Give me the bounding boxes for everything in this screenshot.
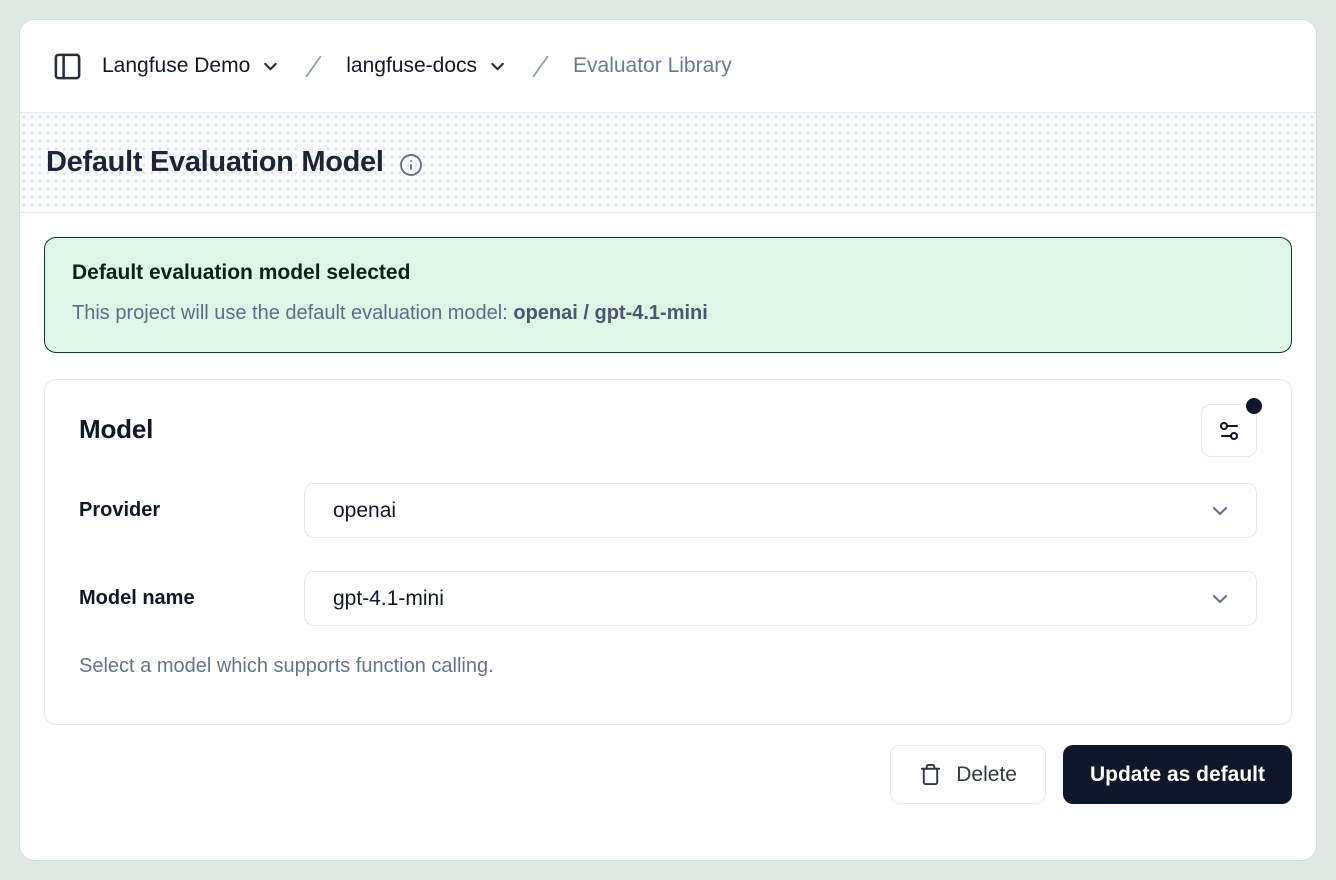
page-header: Default Evaluation Model xyxy=(20,113,1316,213)
model-card: Model Provider openai xyxy=(44,379,1292,725)
update-as-default-button[interactable]: Update as default xyxy=(1063,745,1292,804)
provider-row: Provider openai xyxy=(79,483,1257,538)
project-switcher[interactable]: langfuse-docs xyxy=(346,54,508,78)
panel-left-icon xyxy=(52,51,83,82)
model-name-row: Model name gpt-4.1-mini xyxy=(79,571,1257,626)
provider-label: Provider xyxy=(79,499,304,522)
chevron-down-icon xyxy=(1208,587,1232,611)
notification-dot xyxy=(1246,398,1262,414)
alert-message: This project will use the default evalua… xyxy=(72,302,1264,325)
delete-button-label: Delete xyxy=(956,763,1017,787)
default-model-alert: Default evaluation model selected This p… xyxy=(44,237,1292,353)
footer-actions: Delete Update as default xyxy=(44,745,1292,804)
breadcrumb-current-page: Evaluator Library xyxy=(573,54,732,78)
org-switcher[interactable]: Langfuse Demo xyxy=(102,54,281,78)
sidebar-toggle-button[interactable] xyxy=(46,45,88,87)
model-card-header: Model xyxy=(79,404,1257,457)
model-name-selected-value: gpt-4.1-mini xyxy=(333,587,444,611)
model-helper-text: Select a model which supports function c… xyxy=(79,655,1257,678)
model-name-select[interactable]: gpt-4.1-mini xyxy=(304,571,1257,626)
model-card-title: Model xyxy=(79,404,153,445)
slash-icon xyxy=(297,50,330,83)
org-name: Langfuse Demo xyxy=(102,54,250,78)
trash-icon xyxy=(919,763,942,786)
provider-selected-value: openai xyxy=(333,499,396,523)
main-content: Default evaluation model selected This p… xyxy=(20,213,1316,828)
app-panel: Langfuse Demo langfuse-docs Evaluator Li… xyxy=(20,20,1316,860)
slash-icon xyxy=(524,50,557,83)
info-circle-icon[interactable] xyxy=(399,149,423,177)
alert-model-value: openai / gpt-4.1-mini xyxy=(513,302,707,324)
sliders-icon xyxy=(1217,419,1241,443)
alert-message-text: This project will use the default evalua… xyxy=(72,302,513,324)
model-name-label: Model name xyxy=(79,587,304,610)
chevron-down-icon xyxy=(1208,499,1232,523)
model-advanced-settings-button[interactable] xyxy=(1201,404,1257,457)
delete-button[interactable]: Delete xyxy=(890,745,1046,804)
breadcrumb: Langfuse Demo langfuse-docs Evaluator Li… xyxy=(20,20,1316,113)
alert-title: Default evaluation model selected xyxy=(72,261,1264,285)
chevron-down-icon xyxy=(487,56,508,77)
provider-select[interactable]: openai xyxy=(304,483,1257,538)
chevron-down-icon xyxy=(260,56,281,77)
update-button-label: Update as default xyxy=(1090,763,1265,787)
project-name: langfuse-docs xyxy=(346,54,477,78)
page-title: Default Evaluation Model xyxy=(46,146,384,179)
